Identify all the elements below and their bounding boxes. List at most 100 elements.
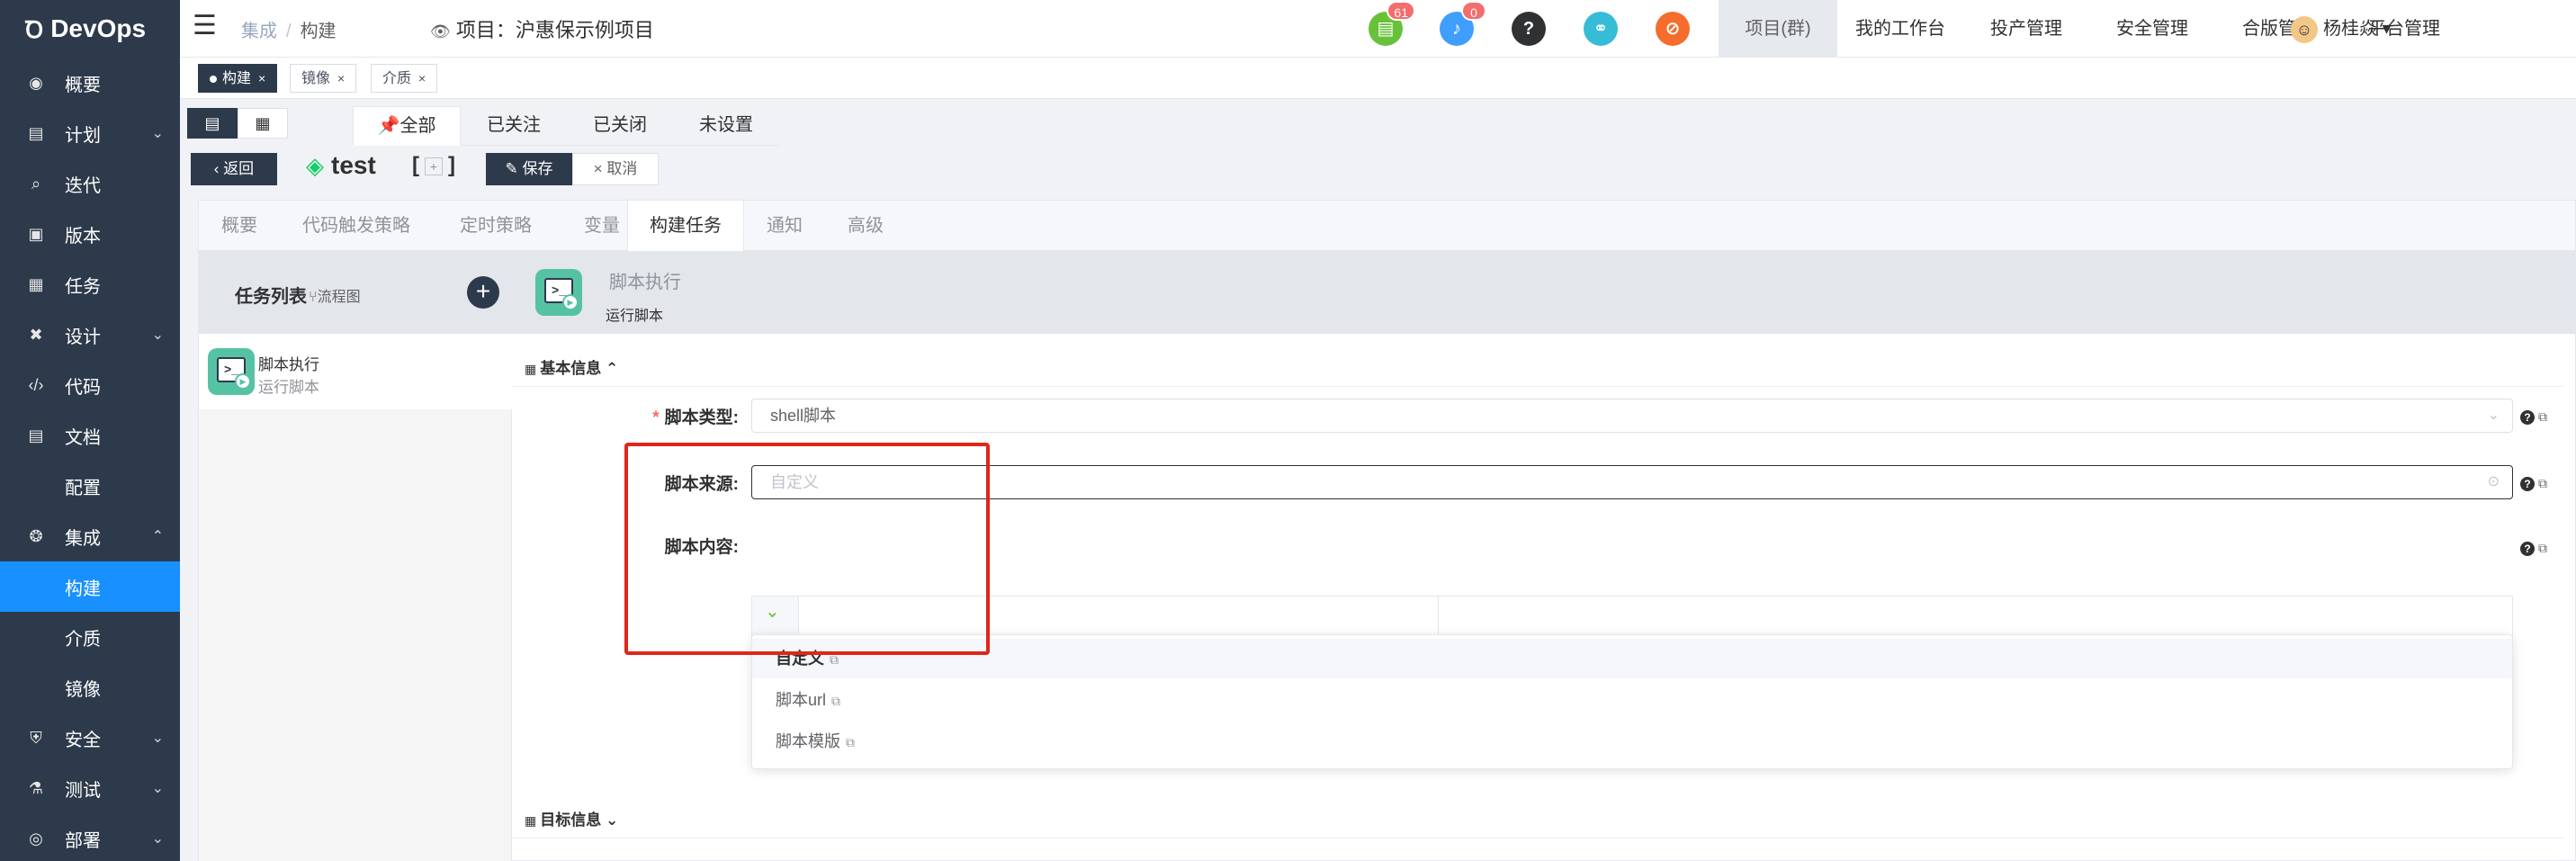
tab-advanced[interactable]: 高级 <box>825 201 906 251</box>
link-icon[interactable]: ⚭ <box>1584 12 1618 46</box>
save-button[interactable]: ✎ 保存 <box>486 153 572 185</box>
tag-media[interactable]: 介质 × <box>371 64 438 93</box>
eye-icon: 👁 <box>430 22 451 40</box>
divider <box>512 386 2563 387</box>
breadcrumb-current: 构建 <box>300 22 337 41</box>
help-icon[interactable]: ? <box>2520 477 2535 491</box>
pipeline-config-card: 概要 代码触发策略 定时策略 变量 构建任务 通知 高级 任务列表 ⑂流程图 +… <box>198 200 2576 861</box>
filter-tab-closed[interactable]: 已关闭 <box>567 106 673 146</box>
dropdown-option-script-template[interactable]: 脚本模版 ⧉ <box>752 722 2512 761</box>
flowchart-link[interactable]: ⑂流程图 <box>309 284 361 306</box>
section-basic-info[interactable]: ▦ 基本信息 ⌃ <box>525 355 618 378</box>
sidebar-item-plan[interactable]: ▤ 计划 ⌄ <box>0 108 180 158</box>
pipeline-tag-bracket: [+] <box>412 153 455 177</box>
code-icon: ‹/› <box>28 375 44 394</box>
clear-icon[interactable]: ⊙ <box>2488 466 2500 498</box>
no-entry-icon[interactable]: ⊘ <box>1656 12 1690 46</box>
copy-icon[interactable]: ⧉ <box>2538 541 2547 556</box>
sidebar-item-code[interactable]: ‹/› 代码 <box>0 360 180 410</box>
nav-project-group[interactable]: 项目(群) <box>1719 0 1837 58</box>
task-list-panel: 任务列表 ⑂流程图 + >_ ▶ 脚本执行 运行脚本 <box>199 251 512 861</box>
card-icon: ▦ <box>255 114 271 132</box>
script-type-select[interactable]: shell脚本 ⌄ <box>751 399 2513 433</box>
help-icon[interactable]: ? <box>1512 12 1546 46</box>
copy-icon[interactable]: ⧉ <box>2538 476 2547 491</box>
script-type-label: * 脚本类型: <box>652 408 739 427</box>
filter-tab-followed[interactable]: 已关注 <box>461 106 567 146</box>
dashboard-icon: ◉ <box>29 73 43 92</box>
sidebar-item-media[interactable]: 介质 <box>0 612 180 662</box>
back-button[interactable]: ‹ 返回 <box>191 153 277 185</box>
nav-release-management[interactable]: 投产管理 <box>1963 0 2089 58</box>
tab-code-trigger[interactable]: 代码触发策略 <box>280 201 433 251</box>
sidebar-item-task[interactable]: ▦ 任务 <box>0 259 180 309</box>
tab-overview[interactable]: 概要 <box>199 201 280 251</box>
filter-tab-unset[interactable]: 未设置 <box>673 106 779 146</box>
tab-schedule[interactable]: 定时策略 <box>433 201 559 251</box>
project-selector[interactable]: 👁 项目：沪惠保示例项目 <box>430 14 654 43</box>
sidebar-item-iteration[interactable]: ⌕ 迭代 <box>0 158 180 209</box>
script-exec-icon: >_ ▶ <box>535 269 582 316</box>
tab-build-tasks[interactable]: 构建任务 <box>627 201 744 252</box>
grid-icon: ▦ <box>525 362 537 376</box>
bell-icon[interactable]: ♪ 0 <box>1440 1 1486 46</box>
sidebar-item-overview[interactable]: ◉ 概要 <box>0 58 180 108</box>
sidebar-item-design[interactable]: ✖ 设计 ⌄ <box>0 309 180 360</box>
list-view-button[interactable]: ▤ <box>187 108 238 139</box>
layers-icon: ◈ <box>306 152 324 179</box>
copy-icon: ⧉ <box>831 694 841 708</box>
tag-image[interactable]: 镜像 × <box>290 64 357 93</box>
chevron-left-icon: ‹ <box>213 160 224 177</box>
flowchart-icon: ⑂ <box>309 290 318 305</box>
sidebar-item-build[interactable]: 构建 <box>0 561 180 612</box>
user-menu[interactable]: ☺ 杨桂焱 ▾ <box>2291 0 2392 58</box>
nav-security-management[interactable]: 安全管理 <box>2089 0 2215 58</box>
task-desc: 运行脚本 <box>258 379 319 396</box>
tag-build[interactable]: 构建 × <box>198 64 278 93</box>
devops-logo-icon: Ꝺ <box>25 16 44 43</box>
sidebar-item-image[interactable]: 镜像 <box>0 662 180 713</box>
add-tag-icon[interactable]: + <box>425 157 443 175</box>
sidebar-item-integration[interactable]: ❂ 集成 ⌃ <box>0 511 180 561</box>
sidebar-item-config[interactable]: 配置 <box>0 461 180 511</box>
add-task-button[interactable]: + <box>467 276 499 309</box>
sidebar-item-deploy[interactable]: ◎ 部署 ⌄ <box>0 813 180 861</box>
cancel-button[interactable]: × 取消 <box>572 153 659 185</box>
sidebar-item-test[interactable]: ⚗ 测试 ⌄ <box>0 763 180 813</box>
script-type-help[interactable]: ? ⧉ <box>2520 409 2547 425</box>
sidebar-item-document[interactable]: ▤ 文档 <box>0 410 180 461</box>
section-target-info[interactable]: ▦ 目标信息 ⌄ <box>525 807 618 830</box>
divider <box>512 838 2563 839</box>
app-logo[interactable]: Ꝺ DevOps <box>0 0 180 58</box>
task-list-item[interactable]: >_ ▶ 脚本执行 运行脚本 <box>199 334 512 409</box>
close-icon[interactable]: × <box>337 71 345 85</box>
chevron-down-icon: ⌄ <box>151 781 164 796</box>
close-icon[interactable]: × <box>418 71 426 85</box>
copy-icon: ⧉ <box>846 735 855 749</box>
sidebar-item-version[interactable]: ▣ 版本 <box>0 209 180 259</box>
tab-notify[interactable]: 通知 <box>744 201 825 251</box>
hamburger-menu-icon[interactable]: ☰ <box>193 13 217 40</box>
card-view-button[interactable]: ▦ <box>238 108 288 139</box>
copy-icon[interactable]: ⧉ <box>2538 409 2547 425</box>
task-icon: ▦ <box>28 274 44 293</box>
chevron-down-icon: ⌄ <box>151 731 164 746</box>
dropdown-option-script-url[interactable]: 脚本url ⧉ <box>752 680 2512 720</box>
chevron-down-icon: ⌄ <box>151 126 164 141</box>
nav-my-workbench[interactable]: 我的工作台 <box>1837 0 1963 58</box>
breadcrumb-item[interactable]: 集成 <box>241 22 277 41</box>
breadcrumb: 集成 / 构建 <box>241 16 337 42</box>
filter-tab-all[interactable]: 📌全部 <box>353 106 461 146</box>
help-icon[interactable]: ? <box>2520 410 2535 425</box>
dropdown-option-custom[interactable]: 自定义 ⧉ <box>752 639 2512 678</box>
sidebar-item-security[interactable]: ⛨ 安全 ⌄ <box>0 713 180 763</box>
topbar: ☰ 集成 / 构建 👁 项目：沪惠保示例项目 ▤ 61 ♪ 0 ? ⚭ ⊘ 项目(群) 我… <box>180 0 2576 58</box>
todo-icon[interactable]: ▤ 61 <box>1369 1 1415 46</box>
script-source-help[interactable]: ? ⧉ <box>2520 476 2547 491</box>
script-content-help[interactable]: ? ⧉ <box>2520 541 2547 556</box>
script-source-select[interactable]: 自定义 ⊙ <box>751 465 2513 499</box>
close-icon[interactable]: × <box>258 71 265 85</box>
help-icon[interactable]: ? <box>2520 542 2535 556</box>
version-icon: ▣ <box>28 224 44 243</box>
edit-icon: ✎ <box>505 160 523 177</box>
